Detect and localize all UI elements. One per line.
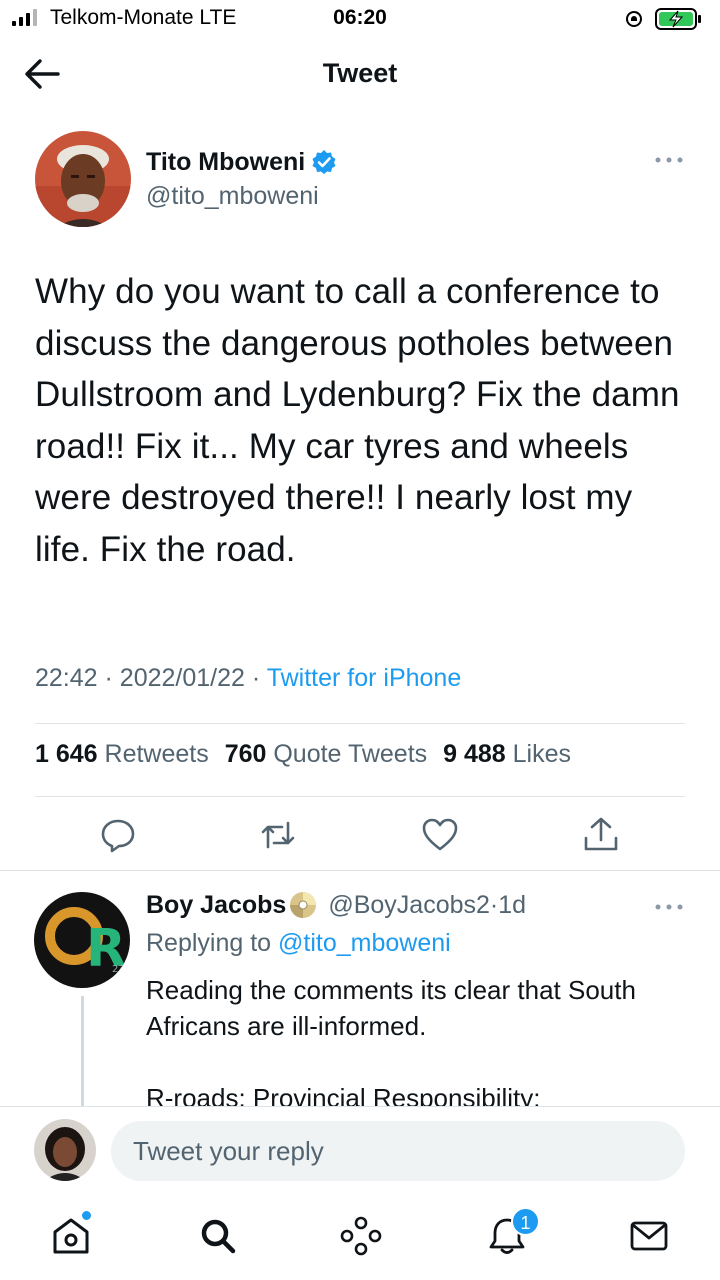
reply-author-handle[interactable]: @BoyJacobs2 <box>328 891 490 920</box>
reply-author-avatar[interactable]: R 23 <box>34 892 130 988</box>
retweets-count: 1 646 <box>35 740 98 768</box>
divider <box>0 870 720 871</box>
battery-icon <box>626 8 701 30</box>
replying-to-handle[interactable]: @tito_mboweni <box>278 929 451 957</box>
retweets-label: Retweets <box>104 740 209 768</box>
author-avatar-image <box>35 131 131 227</box>
top-nav-bar: Tweet <box>0 40 720 110</box>
svg-text:R: R <box>86 919 126 979</box>
likes-label: Likes <box>512 740 571 768</box>
tweet-stats: 1 646 Retweets 760 Quote Tweets 9 488 Li… <box>35 740 580 769</box>
reply-author-name[interactable]: Boy Jacobs <box>146 891 286 920</box>
reply-text-continued: R-roads: Provincial Responsibility: <box>146 1083 541 1106</box>
page-title: Tweet <box>322 58 398 88</box>
reply-separator: · <box>489 890 499 919</box>
cd-disc-icon <box>290 892 317 918</box>
my-avatar[interactable] <box>34 1119 96 1181</box>
messages-icon[interactable] <box>627 1214 671 1258</box>
reply-header: Boy Jacobs @BoyJacobs2 · 1d <box>146 888 526 922</box>
author-avatar[interactable] <box>35 131 131 227</box>
likes-count: 9 488 <box>443 740 506 768</box>
retweet-icon[interactable] <box>258 815 298 855</box>
home-new-dot <box>82 1211 91 1220</box>
quote-tweets-label: Quote Tweets <box>273 740 428 768</box>
bottom-tab-bar: 1 <box>0 1194 720 1280</box>
verified-badge-icon <box>312 150 336 174</box>
clock: 06:20 <box>333 6 387 29</box>
author-name-row: Tito Mboweni <box>146 146 337 178</box>
share-icon[interactable] <box>581 815 621 855</box>
reply-text: Reading the comments its clear that Sout… <box>146 975 636 1041</box>
spaces-icon[interactable] <box>339 1214 383 1258</box>
divider <box>35 796 685 797</box>
reply-time: 1d <box>498 890 527 919</box>
tweet-time: 22:42 <box>35 664 98 692</box>
status-bar: Telkom-Monate LTE 06:20 <box>0 0 720 40</box>
more-options-icon[interactable] <box>652 150 686 170</box>
likes-stat[interactable]: 9 488 Likes <box>443 740 571 768</box>
tweet-date: 2022/01/22 <box>119 664 245 692</box>
meta-separator: · <box>251 664 261 692</box>
svg-text:23: 23 <box>112 964 125 975</box>
divider <box>35 723 685 724</box>
tweet-source-link[interactable]: Twitter for iPhone <box>267 664 462 692</box>
home-icon[interactable] <box>49 1214 93 1258</box>
replying-prefix: Replying to <box>146 929 279 957</box>
reply-compose-bar <box>0 1106 720 1194</box>
author-name[interactable]: Tito Mboweni <box>146 148 305 177</box>
tweet-reply-input[interactable] <box>111 1121 685 1181</box>
like-icon[interactable] <box>420 815 460 855</box>
quote-tweets-stat[interactable]: 760 Quote Tweets <box>225 740 434 768</box>
tweet-text: Why do you want to call a conference to … <box>35 272 680 569</box>
tweet-actions-bar <box>0 815 720 855</box>
reply-more-options-icon[interactable] <box>652 897 686 917</box>
reply-avatar-image: R 23 <box>34 892 130 988</box>
replying-to: Replying to @tito_mboweni <box>146 929 451 958</box>
retweets-stat[interactable]: 1 646 Retweets <box>35 740 216 768</box>
notifications-badge: 1 <box>511 1207 540 1236</box>
author-handle[interactable]: @tito_mboweni <box>146 182 319 211</box>
meta-separator: · <box>104 664 113 692</box>
thread-line <box>81 996 84 1106</box>
tweet-meta: 22:42 · 2022/01/22 · Twitter for iPhone <box>35 664 461 693</box>
my-avatar-image <box>34 1119 96 1181</box>
search-icon[interactable] <box>196 1214 240 1258</box>
reply-icon[interactable] <box>98 815 138 855</box>
quote-tweets-count: 760 <box>224 740 267 768</box>
